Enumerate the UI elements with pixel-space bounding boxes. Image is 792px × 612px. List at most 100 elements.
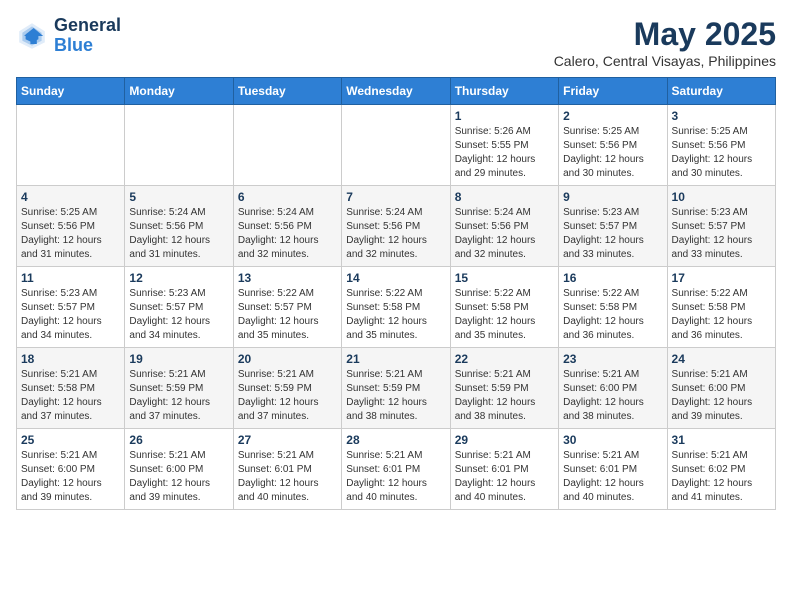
day-detail: Sunrise: 5:21 AM Sunset: 6:02 PM Dayligh…: [672, 449, 771, 505]
calendar-cell: 31 Sunrise: 5:21 AM Sunset: 6:02 PM Dayli…: [667, 429, 775, 510]
day-detail: Sunrise: 5:21 AM Sunset: 6:00 PM Dayligh…: [672, 368, 771, 424]
day-detail: Sunrise: 5:21 AM Sunset: 5:59 PM Dayligh…: [238, 368, 337, 424]
day-number: 9: [563, 190, 662, 204]
calendar-cell: 18 Sunrise: 5:21 AM Sunset: 5:58 PM Dayli…: [17, 348, 125, 429]
calendar-cell: 8 Sunrise: 5:24 AM Sunset: 5:56 PM Daylig…: [450, 186, 558, 267]
day-number: 29: [455, 433, 554, 447]
day-number: 13: [238, 271, 337, 285]
page-header: General Blue May 2025 Calero, Central Vi…: [16, 16, 776, 69]
day-detail: Sunrise: 5:21 AM Sunset: 6:01 PM Dayligh…: [346, 449, 445, 505]
day-detail: Sunrise: 5:25 AM Sunset: 5:56 PM Dayligh…: [563, 125, 662, 181]
calendar-title: May 2025: [554, 16, 776, 53]
calendar-week-row: 11 Sunrise: 5:23 AM Sunset: 5:57 PM Dayli…: [17, 267, 776, 348]
day-number: 30: [563, 433, 662, 447]
logo-icon: [16, 20, 48, 52]
calendar-cell: [233, 105, 341, 186]
day-detail: Sunrise: 5:21 AM Sunset: 5:58 PM Dayligh…: [21, 368, 120, 424]
day-detail: Sunrise: 5:23 AM Sunset: 5:57 PM Dayligh…: [129, 287, 228, 343]
weekday-header: Monday: [125, 78, 233, 105]
day-number: 3: [672, 109, 771, 123]
calendar-cell: 3 Sunrise: 5:25 AM Sunset: 5:56 PM Daylig…: [667, 105, 775, 186]
day-number: 27: [238, 433, 337, 447]
weekday-header: Friday: [559, 78, 667, 105]
calendar-cell: 15Sunrise: 5:22 AM Sunset: 5:58 PM Dayli…: [450, 267, 558, 348]
calendar-cell: 4 Sunrise: 5:25 AM Sunset: 5:56 PM Daylig…: [17, 186, 125, 267]
day-detail: Sunrise: 5:22 AM Sunset: 5:58 PM Dayligh…: [672, 287, 771, 343]
day-detail: Sunrise: 5:21 AM Sunset: 6:00 PM Dayligh…: [21, 449, 120, 505]
weekday-header: Thursday: [450, 78, 558, 105]
day-number: 26: [129, 433, 228, 447]
day-number: 18: [21, 352, 120, 366]
day-number: 6: [238, 190, 337, 204]
day-number: 24: [672, 352, 771, 366]
calendar-cell: 22Sunrise: 5:21 AM Sunset: 5:59 PM Dayli…: [450, 348, 558, 429]
day-number: 8: [455, 190, 554, 204]
day-number: 31: [672, 433, 771, 447]
calendar-week-row: 25 Sunrise: 5:21 AM Sunset: 6:00 PM Dayli…: [17, 429, 776, 510]
calendar-subtitle: Calero, Central Visayas, Philippines: [554, 53, 776, 69]
calendar-cell: [17, 105, 125, 186]
day-number: 11: [21, 271, 120, 285]
day-detail: Sunrise: 5:21 AM Sunset: 6:00 PM Dayligh…: [563, 368, 662, 424]
calendar-cell: 24 Sunrise: 5:21 AM Sunset: 6:00 PM Dayli…: [667, 348, 775, 429]
calendar-cell: 16Sunrise: 5:22 AM Sunset: 5:58 PM Dayli…: [559, 267, 667, 348]
day-detail: Sunrise: 5:22 AM Sunset: 5:58 PM Dayligh…: [346, 287, 445, 343]
logo-line2: Blue: [54, 36, 121, 56]
day-detail: Sunrise: 5:23 AM Sunset: 5:57 PM Dayligh…: [672, 206, 771, 262]
day-detail: Sunrise: 5:21 AM Sunset: 5:59 PM Dayligh…: [129, 368, 228, 424]
calendar-week-row: 4 Sunrise: 5:25 AM Sunset: 5:56 PM Daylig…: [17, 186, 776, 267]
day-detail: Sunrise: 5:24 AM Sunset: 5:56 PM Dayligh…: [129, 206, 228, 262]
day-number: 10: [672, 190, 771, 204]
logo-line1: General: [54, 16, 121, 36]
day-number: 7: [346, 190, 445, 204]
day-number: 21: [346, 352, 445, 366]
calendar-cell: [125, 105, 233, 186]
title-block: May 2025 Calero, Central Visayas, Philip…: [554, 16, 776, 69]
day-detail: Sunrise: 5:21 AM Sunset: 6:00 PM Dayligh…: [129, 449, 228, 505]
day-detail: Sunrise: 5:21 AM Sunset: 6:01 PM Dayligh…: [563, 449, 662, 505]
calendar-cell: 28 Sunrise: 5:21 AM Sunset: 6:01 PM Dayli…: [342, 429, 450, 510]
calendar-cell: 2 Sunrise: 5:25 AM Sunset: 5:56 PM Daylig…: [559, 105, 667, 186]
calendar-cell: 1Sunrise: 5:26 AM Sunset: 5:55 PM Daylig…: [450, 105, 558, 186]
calendar-cell: 11 Sunrise: 5:23 AM Sunset: 5:57 PM Dayli…: [17, 267, 125, 348]
calendar-cell: 9 Sunrise: 5:23 AM Sunset: 5:57 PM Daylig…: [559, 186, 667, 267]
day-detail: Sunrise: 5:24 AM Sunset: 5:56 PM Dayligh…: [346, 206, 445, 262]
calendar-cell: 14 Sunrise: 5:22 AM Sunset: 5:58 PM Dayli…: [342, 267, 450, 348]
calendar-cell: 7 Sunrise: 5:24 AM Sunset: 5:56 PM Daylig…: [342, 186, 450, 267]
day-number: 28: [346, 433, 445, 447]
day-number: 16: [563, 271, 662, 285]
calendar-week-row: 18 Sunrise: 5:21 AM Sunset: 5:58 PM Dayli…: [17, 348, 776, 429]
calendar-cell: 20 Sunrise: 5:21 AM Sunset: 5:59 PM Dayli…: [233, 348, 341, 429]
calendar-cell: 12 Sunrise: 5:23 AM Sunset: 5:57 PM Dayli…: [125, 267, 233, 348]
day-detail: Sunrise: 5:25 AM Sunset: 5:56 PM Dayligh…: [21, 206, 120, 262]
day-number: 22: [455, 352, 554, 366]
day-detail: Sunrise: 5:23 AM Sunset: 5:57 PM Dayligh…: [21, 287, 120, 343]
calendar-cell: 30 Sunrise: 5:21 AM Sunset: 6:01 PM Dayli…: [559, 429, 667, 510]
day-number: 23: [563, 352, 662, 366]
day-detail: Sunrise: 5:23 AM Sunset: 5:57 PM Dayligh…: [563, 206, 662, 262]
day-number: 2: [563, 109, 662, 123]
weekday-header: Wednesday: [342, 78, 450, 105]
calendar-week-row: 1Sunrise: 5:26 AM Sunset: 5:55 PM Daylig…: [17, 105, 776, 186]
calendar-cell: 19 Sunrise: 5:21 AM Sunset: 5:59 PM Dayli…: [125, 348, 233, 429]
day-number: 25: [21, 433, 120, 447]
day-detail: Sunrise: 5:24 AM Sunset: 5:56 PM Dayligh…: [455, 206, 554, 262]
day-number: 12: [129, 271, 228, 285]
day-number: 20: [238, 352, 337, 366]
calendar-cell: 10 Sunrise: 5:23 AM Sunset: 5:57 PM Dayli…: [667, 186, 775, 267]
weekday-header: Sunday: [17, 78, 125, 105]
day-detail: Sunrise: 5:22 AM Sunset: 5:58 PM Dayligh…: [455, 287, 554, 343]
calendar-cell: 5Sunrise: 5:24 AM Sunset: 5:56 PM Daylig…: [125, 186, 233, 267]
calendar-cell: 29Sunrise: 5:21 AM Sunset: 6:01 PM Dayli…: [450, 429, 558, 510]
weekday-header: Tuesday: [233, 78, 341, 105]
day-number: 14: [346, 271, 445, 285]
calendar-cell: [342, 105, 450, 186]
calendar-cell: 26 Sunrise: 5:21 AM Sunset: 6:00 PM Dayli…: [125, 429, 233, 510]
day-number: 4: [21, 190, 120, 204]
day-detail: Sunrise: 5:24 AM Sunset: 5:56 PM Dayligh…: [238, 206, 337, 262]
day-detail: Sunrise: 5:25 AM Sunset: 5:56 PM Dayligh…: [672, 125, 771, 181]
calendar-cell: 21Sunrise: 5:21 AM Sunset: 5:59 PM Dayli…: [342, 348, 450, 429]
day-number: 19: [129, 352, 228, 366]
weekday-header: Saturday: [667, 78, 775, 105]
calendar-cell: 13Sunrise: 5:22 AM Sunset: 5:57 PM Dayli…: [233, 267, 341, 348]
